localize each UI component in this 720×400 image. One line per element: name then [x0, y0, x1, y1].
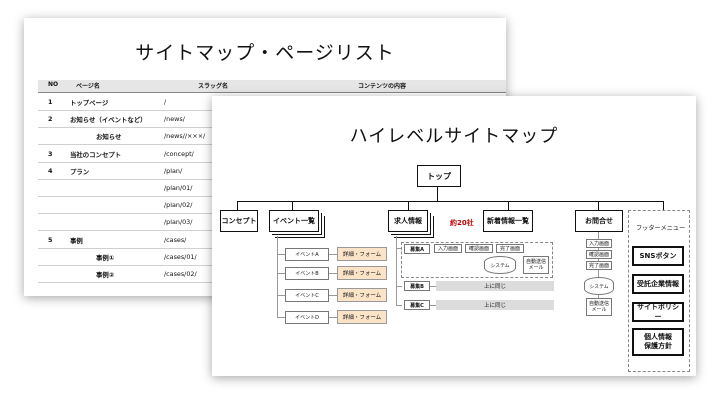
- sitemap-title: ハイレベルサイトマップ: [349, 126, 559, 147]
- recruit-c-same: 上に同じ: [436, 300, 554, 310]
- news-list-node[interactable]: 新着情報一覧: [483, 210, 533, 232]
- footer-privacy-policy[interactable]: 個人情報 保護方針: [632, 328, 684, 356]
- recruit-a-node[interactable]: 募集A: [404, 244, 430, 254]
- contact-node[interactable]: お問合せ: [575, 210, 623, 232]
- contact-auto-mail[interactable]: 自動送信 メール: [586, 298, 612, 316]
- row-number: 2: [48, 115, 53, 124]
- table-header: NO ページ名 スラッグ名 コンテンツの内容: [38, 80, 506, 93]
- contact-confirm-screen[interactable]: 確認画面: [586, 250, 612, 259]
- row-page-name: 事例: [70, 236, 83, 245]
- event-c-detail[interactable]: 詳細・フォーム: [337, 288, 387, 302]
- event-a-detail[interactable]: 詳細・フォーム: [337, 247, 387, 261]
- jobs-node[interactable]: 求人情報: [388, 210, 428, 232]
- connector: [598, 201, 599, 210]
- row-subpage-name: お知らせ: [96, 133, 122, 142]
- header-content: コンテンツの内容: [358, 83, 407, 90]
- event-list-node[interactable]: イベント一覧: [269, 210, 319, 232]
- recruit-b-node[interactable]: 募集B: [404, 281, 430, 291]
- recruit-system-cylinder: システム: [484, 256, 516, 274]
- connector: [508, 201, 509, 210]
- row-slug: /plan/01/: [164, 184, 193, 192]
- row-number: 3: [48, 149, 53, 158]
- contact-system-cylinder: システム: [584, 277, 614, 295]
- page-list-title: サイトマップ・ページリスト: [135, 42, 395, 64]
- connector: [277, 295, 285, 296]
- header-page-name: ページ名: [76, 83, 100, 90]
- row-subpage-name: 事例②: [96, 271, 115, 279]
- event-a-node[interactable]: イベントA: [285, 248, 329, 261]
- connector: [437, 187, 438, 201]
- row-number: 4: [48, 166, 53, 175]
- event-d-node[interactable]: イベントD: [285, 311, 329, 324]
- recruit-auto-mail[interactable]: 自動送信 メール: [523, 256, 549, 274]
- event-c-node[interactable]: イベントC: [285, 289, 329, 302]
- row-page-name: お知らせ（イベントなど）: [70, 116, 147, 125]
- row-slug: /cases/01/: [164, 252, 197, 261]
- row-number: 1: [48, 98, 53, 106]
- row-page-name: 当社のコンセプト: [70, 150, 122, 159]
- connector: [396, 286, 402, 287]
- high-level-sitemap-slide: ハイレベルサイトマップ トップ コンセプト イベント一覧 求人情報 約20社 新…: [212, 96, 696, 376]
- connector: [277, 273, 285, 274]
- top-node[interactable]: トップ: [417, 165, 461, 187]
- row-slug: /plan/03/: [164, 218, 193, 227]
- connector: [237, 201, 663, 202]
- connector: [237, 201, 238, 210]
- footer-menu-label: フッターメニュー: [636, 225, 686, 232]
- connector: [329, 317, 337, 318]
- event-d-detail[interactable]: 詳細・フォーム: [337, 310, 387, 324]
- recruit-c-node[interactable]: 募集C: [404, 300, 430, 310]
- row-subpage-name: 事例①: [96, 253, 115, 262]
- row-slug: /: [164, 98, 167, 106]
- event-b-node[interactable]: イベントB: [285, 267, 329, 280]
- connector: [329, 254, 337, 255]
- contact-input-screen[interactable]: 入力画面: [586, 239, 612, 248]
- connector: [408, 201, 409, 210]
- connector: [396, 236, 397, 306]
- contact-complete-screen[interactable]: 完了画面: [586, 261, 612, 270]
- row-slug: /cases/: [164, 235, 187, 244]
- header-slug: スラッグ名: [198, 83, 229, 90]
- event-b-detail[interactable]: 詳細・フォーム: [337, 266, 387, 280]
- recruit-complete-screen[interactable]: 完了画面: [496, 244, 524, 253]
- concept-node[interactable]: コンセプト: [220, 210, 258, 232]
- connector: [277, 236, 278, 318]
- recruit-confirm-screen[interactable]: 確認画面: [465, 244, 493, 253]
- row-slug: /news/: [164, 115, 185, 124]
- row-page-name: プラン: [70, 167, 90, 176]
- row-slug: /plan/: [164, 166, 183, 175]
- footer-sns-button[interactable]: SNSボタン: [632, 246, 684, 266]
- row-slug: /concept/: [164, 149, 194, 158]
- recruit-input-screen[interactable]: 入力画面: [434, 244, 462, 253]
- connector: [277, 254, 285, 255]
- connector: [277, 317, 285, 318]
- footer-company-info[interactable]: 受託企業情報: [632, 274, 684, 294]
- connector: [663, 201, 664, 210]
- recruit-b-same: 上に同じ: [436, 281, 554, 291]
- header-no: NO: [48, 81, 59, 88]
- row-page-name: トップページ: [70, 99, 109, 107]
- connector: [292, 201, 293, 210]
- row-slug: /cases/02/: [164, 270, 197, 278]
- connector: [396, 305, 402, 306]
- connector: [329, 295, 337, 296]
- row-slug: /news//×××/: [164, 132, 206, 141]
- connector: [329, 273, 337, 274]
- row-slug: /plan/02/: [164, 201, 193, 210]
- row-number: 5: [48, 235, 53, 244]
- footer-site-policy[interactable]: サイトポリシー: [632, 302, 684, 322]
- jobs-count-label: 約20社: [450, 219, 474, 227]
